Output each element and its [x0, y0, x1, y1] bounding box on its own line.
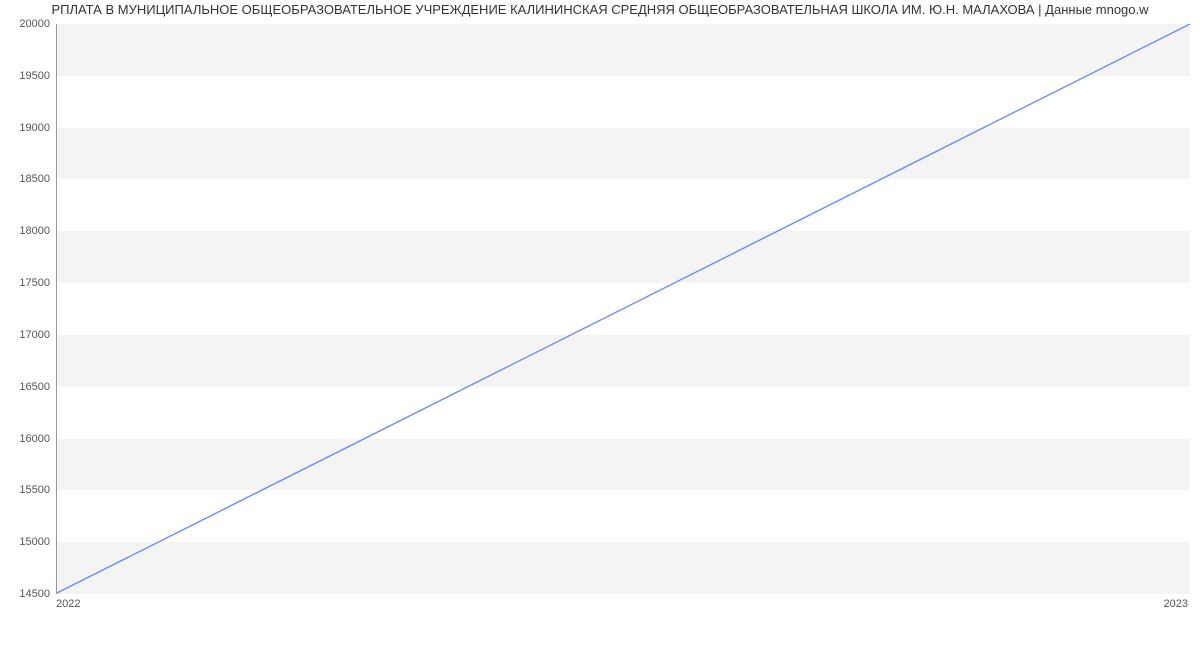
y-tick-label: 19000	[6, 122, 50, 134]
y-tick-label: 16500	[6, 381, 50, 393]
y-tick-label: 17000	[6, 329, 50, 341]
y-tick-label: 16000	[6, 433, 50, 445]
y-tick-label: 15500	[6, 484, 50, 496]
chart-container: РПЛАТА В МУНИЦИПАЛЬНОЕ ОБЩЕОБРАЗОВАТЕЛЬН…	[0, 0, 1200, 650]
x-tick-2023: 2023	[1164, 598, 1188, 610]
y-tick-label: 19500	[6, 70, 50, 82]
y-tick-label: 18500	[6, 173, 50, 185]
y-tick-label: 15000	[6, 536, 50, 548]
series-line	[57, 24, 1190, 593]
chart-title: РПЛАТА В МУНИЦИПАЛЬНОЕ ОБЩЕОБРАЗОВАТЕЛЬН…	[0, 2, 1200, 17]
y-tick-label: 18000	[6, 225, 50, 237]
y-tick-label: 14500	[6, 588, 50, 600]
plot-area	[56, 24, 1190, 594]
y-tick-label: 20000	[6, 18, 50, 30]
line-series	[57, 24, 1190, 593]
y-tick-label: 17500	[6, 277, 50, 289]
x-tick-2022: 2022	[56, 598, 80, 610]
